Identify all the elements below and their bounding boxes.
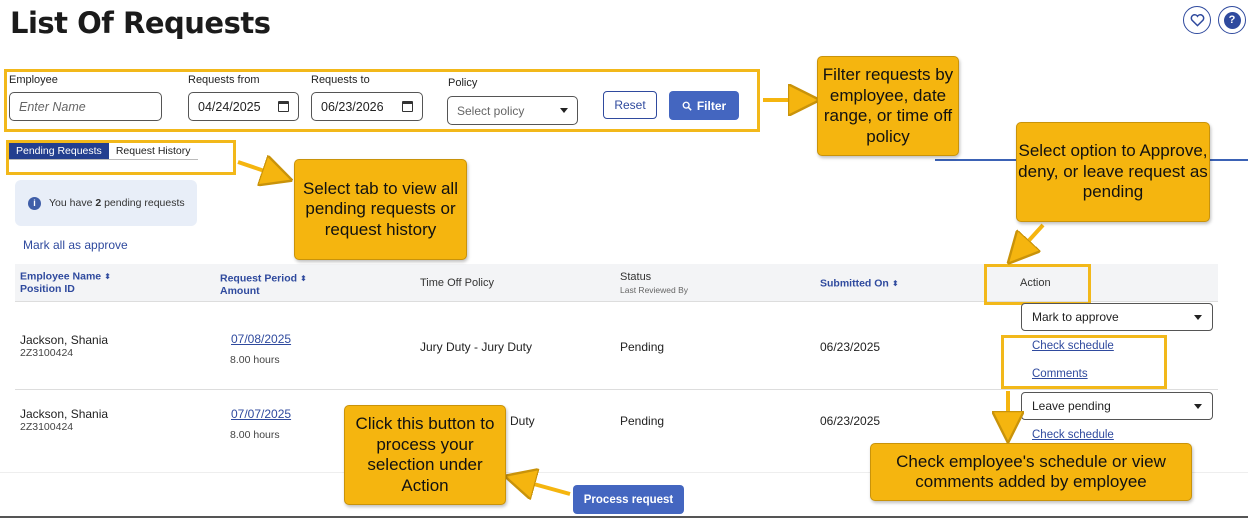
arrow — [512, 478, 571, 494]
callout-process: Click this button to process your select… — [344, 405, 506, 505]
callout-action: Select option to Approve, deny, or leave… — [1016, 122, 1210, 222]
callout-arrows — [237, 0, 1045, 518]
callout-schedule: Check employee's schedule or view commen… — [870, 443, 1192, 501]
callout-filter: Filter requests by employee, date range,… — [817, 56, 959, 156]
arrow — [237, 162, 285, 178]
arrow — [1013, 223, 1045, 258]
callout-tabs: Select tab to view all pending requests … — [294, 159, 467, 260]
